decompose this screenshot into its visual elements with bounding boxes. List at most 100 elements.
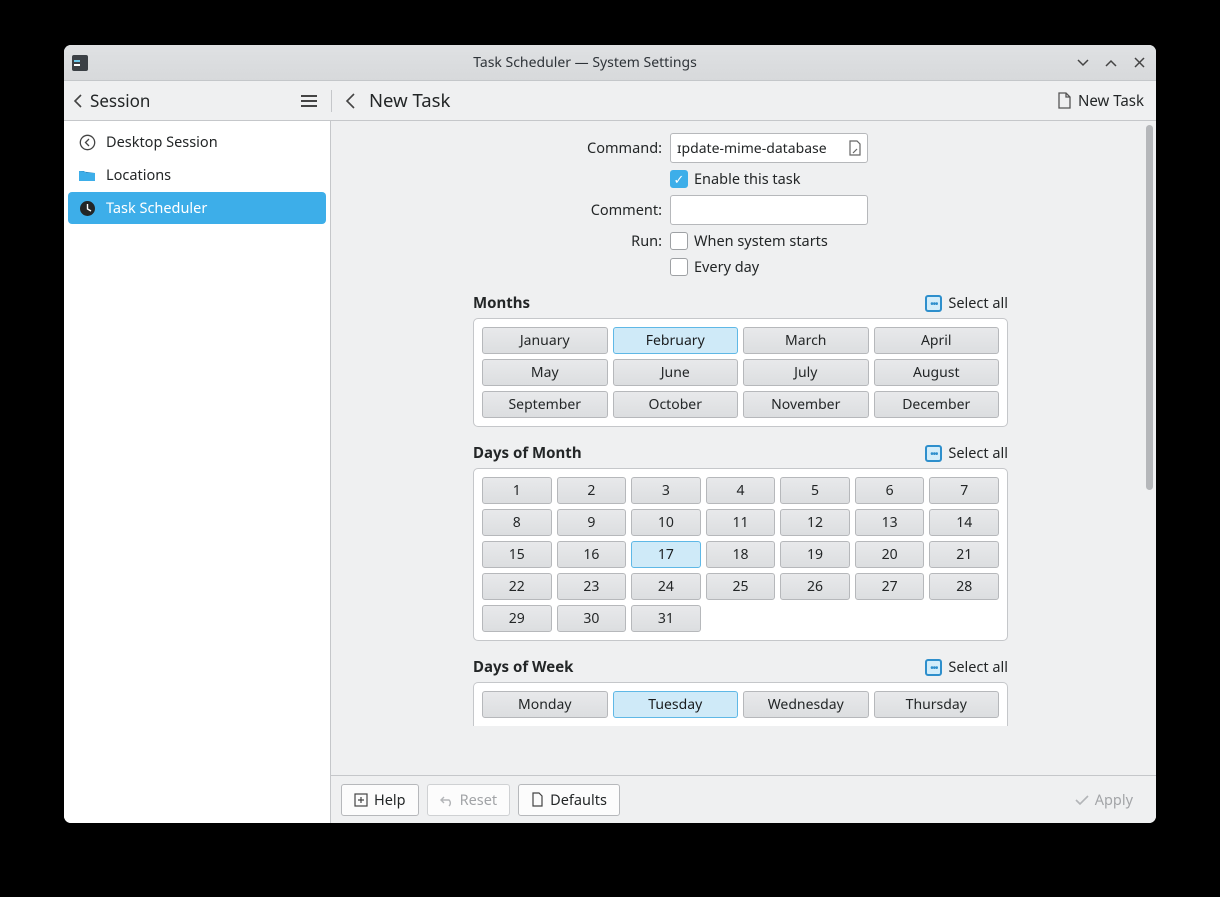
dom-toggle-25[interactable]: 25: [706, 573, 776, 600]
month-toggle-august[interactable]: August: [874, 359, 1000, 386]
sidebar-item-task-scheduler[interactable]: Task Scheduler: [68, 192, 326, 224]
dom-toggle-26[interactable]: 26: [780, 573, 850, 600]
breadcrumb-back[interactable]: Session: [72, 89, 150, 112]
month-toggle-july[interactable]: July: [743, 359, 869, 386]
document-icon: [531, 792, 544, 807]
months-select-all[interactable]: ••• Select all: [925, 293, 1008, 313]
dom-toggle-6[interactable]: 6: [855, 477, 925, 504]
month-toggle-april[interactable]: April: [874, 327, 1000, 354]
sidebar-item-desktop-session[interactable]: Desktop Session: [68, 126, 326, 158]
dom-toggle-27[interactable]: 27: [855, 573, 925, 600]
dow-toggle-wednesday[interactable]: Wednesday: [743, 691, 869, 718]
dom-toggle-18[interactable]: 18: [706, 541, 776, 568]
dom-toggle-4[interactable]: 4: [706, 477, 776, 504]
days-of-week-section: Days of Week ••• Select all MondayTuesda…: [347, 657, 1134, 726]
month-toggle-december[interactable]: December: [874, 391, 1000, 418]
select-all-icon: •••: [925, 659, 942, 676]
sidebar-item-locations[interactable]: Locations: [68, 159, 326, 191]
dom-toggle-1[interactable]: 1: [482, 477, 552, 504]
titlebar: Task Scheduler — System Settings: [64, 45, 1156, 81]
dom-toggle-21[interactable]: 21: [929, 541, 999, 568]
dom-toggle-7[interactable]: 7: [929, 477, 999, 504]
command-label: Command:: [347, 138, 670, 158]
comment-input[interactable]: [670, 195, 868, 225]
dom-toggle-31[interactable]: 31: [631, 605, 701, 632]
comment-label: Comment:: [347, 200, 670, 220]
select-all-icon: •••: [925, 445, 942, 462]
dom-toggle-5[interactable]: 5: [780, 477, 850, 504]
workarea: Desktop Session Locations Task Scheduler…: [64, 121, 1156, 823]
app-icon: [72, 55, 88, 71]
months-title: Months: [473, 293, 530, 313]
new-file-icon: [1057, 92, 1072, 109]
back-circle-icon: [78, 133, 96, 151]
dom-toggle-16[interactable]: 16: [557, 541, 627, 568]
month-toggle-february[interactable]: February: [613, 327, 739, 354]
dom-toggle-2[interactable]: 2: [557, 477, 627, 504]
bottom-toolbar: Help Reset Defaults Apply: [331, 775, 1156, 823]
select-all-icon: •••: [925, 295, 942, 312]
close-icon[interactable]: [1130, 54, 1148, 72]
dom-toggle-22[interactable]: 22: [482, 573, 552, 600]
scroll-area[interactable]: Command: ɪpdate-mime-database ✓ Enable t…: [331, 121, 1156, 775]
apply-button: Apply: [1062, 784, 1146, 816]
dom-toggle-20[interactable]: 20: [855, 541, 925, 568]
new-task-button[interactable]: New Task: [1057, 91, 1156, 111]
month-toggle-january[interactable]: January: [482, 327, 608, 354]
dom-toggle-28[interactable]: 28: [929, 573, 999, 600]
undo-icon: [440, 793, 454, 807]
dow-toggle-tuesday[interactable]: Tuesday: [613, 691, 739, 718]
month-toggle-october[interactable]: October: [613, 391, 739, 418]
hamburger-menu[interactable]: [297, 91, 321, 111]
scrollbar[interactable]: [1146, 125, 1153, 490]
dom-select-all[interactable]: ••• Select all: [925, 443, 1008, 463]
clock-icon: [78, 199, 96, 217]
breadcrumb: Session: [90, 89, 150, 112]
dom-toggle-19[interactable]: 19: [780, 541, 850, 568]
month-toggle-may[interactable]: May: [482, 359, 608, 386]
months-section: Months ••• Select all JanuaryFebruaryMar…: [347, 293, 1134, 427]
month-toggle-march[interactable]: March: [743, 327, 869, 354]
dom-title: Days of Month: [473, 443, 582, 463]
days-of-month-section: Days of Month ••• Select all 12345678910…: [347, 443, 1134, 641]
dow-toggle-thursday[interactable]: Thursday: [874, 691, 1000, 718]
dom-toggle-15[interactable]: 15: [482, 541, 552, 568]
help-button[interactable]: Help: [341, 784, 419, 816]
page-title: New Task: [369, 88, 450, 113]
run-label: Run:: [347, 231, 670, 251]
run-every-day-checkbox[interactable]: Every day: [670, 257, 759, 277]
month-toggle-september[interactable]: September: [482, 391, 608, 418]
command-input[interactable]: ɪpdate-mime-database: [670, 133, 868, 163]
dom-toggle-11[interactable]: 11: [706, 509, 776, 536]
dom-toggle-12[interactable]: 12: [780, 509, 850, 536]
toolbar: Session New Task New Task: [64, 81, 1156, 121]
dom-toggle-30[interactable]: 30: [557, 605, 627, 632]
dom-toggle-24[interactable]: 24: [631, 573, 701, 600]
dom-toggle-9[interactable]: 9: [557, 509, 627, 536]
folder-icon: [78, 166, 96, 184]
dom-toggle-8[interactable]: 8: [482, 509, 552, 536]
chevron-left-icon[interactable]: [344, 93, 357, 109]
defaults-button[interactable]: Defaults: [518, 784, 620, 816]
minimize-icon[interactable]: [1074, 54, 1092, 72]
checkbox-icon: [670, 258, 688, 276]
dow-title: Days of Week: [473, 657, 573, 677]
maximize-icon[interactable]: [1102, 54, 1120, 72]
run-when-system-starts-checkbox[interactable]: When system starts: [670, 231, 828, 251]
check-icon: [1075, 794, 1089, 806]
enable-task-checkbox[interactable]: ✓ Enable this task: [670, 169, 800, 189]
dom-toggle-17[interactable]: 17: [631, 541, 701, 568]
sidebar-item-label: Desktop Session: [106, 132, 218, 152]
dow-select-all[interactable]: ••• Select all: [925, 657, 1008, 677]
month-toggle-november[interactable]: November: [743, 391, 869, 418]
dom-toggle-23[interactable]: 23: [557, 573, 627, 600]
dom-toggle-29[interactable]: 29: [482, 605, 552, 632]
dow-toggle-monday[interactable]: Monday: [482, 691, 608, 718]
dom-toggle-3[interactable]: 3: [631, 477, 701, 504]
dom-toggle-14[interactable]: 14: [929, 509, 999, 536]
month-toggle-june[interactable]: June: [613, 359, 739, 386]
dom-toggle-13[interactable]: 13: [855, 509, 925, 536]
settings-window: Task Scheduler — System Settings Session…: [64, 45, 1156, 823]
dom-toggle-10[interactable]: 10: [631, 509, 701, 536]
browse-file-icon[interactable]: [848, 140, 862, 156]
